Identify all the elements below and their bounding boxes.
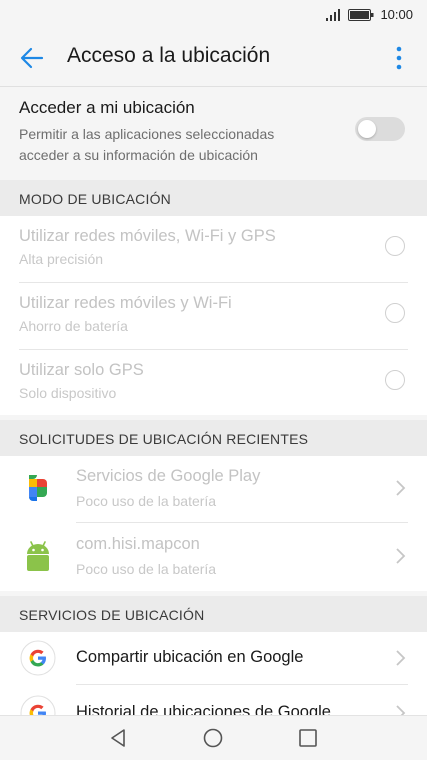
navigation-bar bbox=[0, 715, 427, 760]
radio-button[interactable] bbox=[385, 236, 405, 256]
service-title: Compartir ubicación en Google bbox=[76, 648, 304, 666]
recent-request-google-play-services[interactable]: Servicios de Google Play Poco uso de la … bbox=[0, 456, 427, 522]
mode-option-battery-saving[interactable]: Utilizar redes móviles y Wi-Fi Ahorro de… bbox=[0, 283, 427, 349]
section-title: SOLICITUDES DE UBICACIÓN RECIENTES bbox=[19, 431, 309, 447]
clock: 10:00 bbox=[380, 7, 413, 22]
battery-usage: Poco uso de la batería bbox=[76, 493, 217, 509]
mode-subtitle: Alta precisión bbox=[19, 251, 104, 267]
battery-usage: Poco uso de la batería bbox=[76, 561, 217, 577]
page-title: Acceso a la ubicación bbox=[67, 44, 271, 67]
section-header-mode: MODO DE UBICACIÓN bbox=[0, 180, 427, 216]
mode-title: Utilizar redes móviles, Wi-Fi y GPS bbox=[19, 227, 276, 245]
google-icon bbox=[20, 640, 56, 676]
mode-option-high-accuracy[interactable]: Utilizar redes móviles, Wi-Fi y GPS Alta… bbox=[0, 216, 427, 282]
chevron-right-icon bbox=[396, 548, 406, 564]
service-google-location-sharing[interactable]: Compartir ubicación en Google bbox=[0, 632, 427, 684]
back-arrow-icon[interactable] bbox=[18, 44, 46, 72]
mode-subtitle: Solo dispositivo bbox=[19, 385, 117, 401]
radio-button[interactable] bbox=[385, 303, 405, 323]
google-play-services-icon bbox=[29, 475, 47, 501]
service-google-location-history[interactable]: Historial de ubicaciones de Google bbox=[0, 685, 427, 716]
mode-option-device-only[interactable]: Utilizar solo GPS Solo dispositivo bbox=[0, 350, 427, 415]
section-title: SERVICIOS DE UBICACIÓN bbox=[19, 607, 205, 623]
status-bar: 10:00 bbox=[0, 0, 427, 30]
recents-nav-icon[interactable] bbox=[296, 726, 320, 750]
google-icon bbox=[20, 695, 56, 716]
mode-list: Utilizar redes móviles, Wi-Fi y GPS Alta… bbox=[0, 216, 427, 415]
recent-list: Servicios de Google Play Poco uso de la … bbox=[0, 456, 427, 591]
app-name: com.hisi.mapcon bbox=[76, 535, 200, 553]
section-header-services: SERVICIOS DE UBICACIÓN bbox=[0, 596, 427, 632]
signal-icon bbox=[326, 8, 341, 21]
recent-request-mapcon[interactable]: com.hisi.mapcon Poco uso de la batería bbox=[0, 523, 427, 591]
mode-title: Utilizar redes móviles y Wi-Fi bbox=[19, 294, 232, 312]
master-title: Acceder a mi ubicación bbox=[19, 98, 195, 117]
mode-subtitle: Ahorro de batería bbox=[19, 318, 128, 334]
home-nav-icon[interactable] bbox=[201, 726, 225, 750]
android-icon bbox=[27, 541, 49, 571]
back-nav-icon[interactable] bbox=[106, 726, 130, 750]
master-subtitle: Permitir a las aplicaciones seleccionada… bbox=[19, 126, 275, 163]
chevron-right-icon bbox=[396, 650, 406, 666]
more-options-icon[interactable] bbox=[385, 44, 413, 72]
app-name: Servicios de Google Play bbox=[76, 467, 261, 485]
location-master-setting[interactable]: Acceder a mi ubicación Permitir a las ap… bbox=[0, 87, 427, 175]
battery-icon bbox=[348, 8, 374, 21]
app-bar: Acceso a la ubicación bbox=[0, 30, 427, 87]
chevron-right-icon bbox=[396, 480, 406, 496]
services-list: Compartir ubicación en Google Historial … bbox=[0, 632, 427, 716]
toggle-knob bbox=[358, 120, 376, 138]
section-title: MODO DE UBICACIÓN bbox=[19, 191, 171, 207]
mode-title: Utilizar solo GPS bbox=[19, 361, 144, 379]
radio-button[interactable] bbox=[385, 370, 405, 390]
location-toggle[interactable] bbox=[355, 117, 405, 141]
section-header-recent: SOLICITUDES DE UBICACIÓN RECIENTES bbox=[0, 420, 427, 456]
